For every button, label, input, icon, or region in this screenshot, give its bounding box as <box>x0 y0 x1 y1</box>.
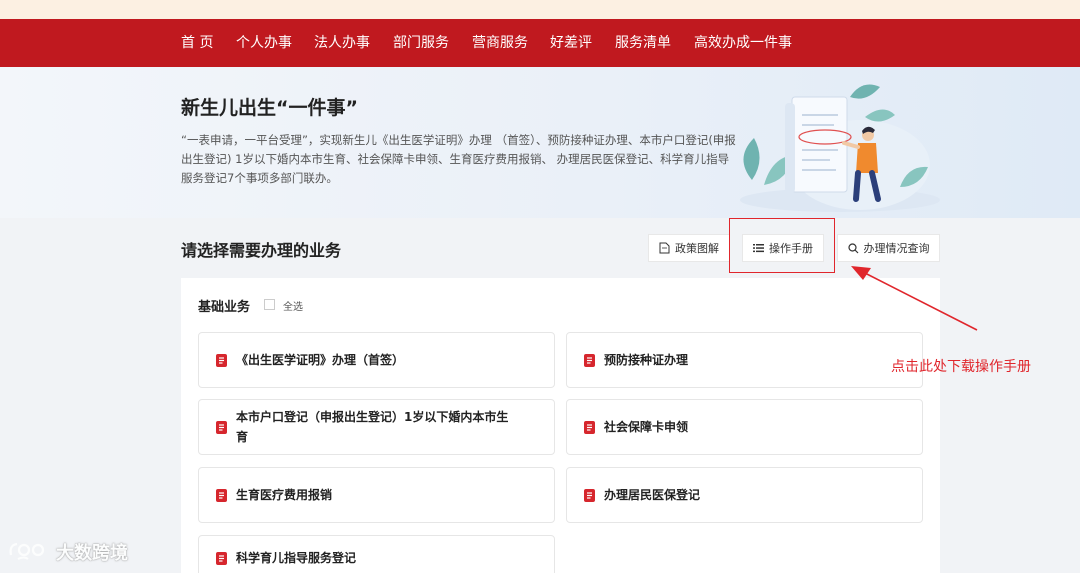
nav-home[interactable]: 首 页 <box>181 19 213 67</box>
document-icon <box>659 242 670 254</box>
annotation-arrow-icon <box>851 266 978 331</box>
status-query-button[interactable]: 办理情况查询 <box>837 234 940 262</box>
service-card[interactable]: 科学育儿指导服务登记 <box>198 535 555 573</box>
service-card[interactable]: 《出生医学证明》办理（首签） <box>198 332 555 388</box>
document-icon <box>216 353 227 367</box>
service-card[interactable]: 社会保障卡申领 <box>566 399 923 455</box>
document-icon <box>584 353 595 367</box>
nav-rating[interactable]: 好差评 <box>550 19 592 67</box>
service-card[interactable]: 生育医疗费用报销 <box>198 467 555 523</box>
watermark: 大数跨境 <box>8 539 128 565</box>
hero-description: “一表申请，一平台受理”，实现新生儿《出生医学证明》办理 （首签）、预防接种证办… <box>181 133 736 185</box>
service-card-label: 《出生医学证明》办理（首签） <box>236 353 405 367</box>
nav-department[interactable]: 部门服务 <box>393 19 449 67</box>
main-nav: 首 页 个人办事 法人办事 部门服务 营商服务 好差评 服务清单 高效办成一件事 <box>0 19 1080 67</box>
section-title: 请选择需要办理的业务 <box>181 241 342 260</box>
service-card-label: 办理居民医保登记 <box>604 488 701 502</box>
nav-legal-entity[interactable]: 法人办事 <box>314 19 370 67</box>
service-card-label: 预防接种证办理 <box>604 353 689 367</box>
select-all-checkbox[interactable] <box>264 299 275 310</box>
nav-business[interactable]: 营商服务 <box>472 19 528 67</box>
service-card[interactable]: 办理居民医保登记 <box>566 467 923 523</box>
document-icon <box>216 420 227 434</box>
person-with-document-illustration <box>740 84 940 212</box>
search-icon <box>847 242 858 253</box>
watermark-logo-icon <box>9 542 45 560</box>
policy-guide-label: 政策图解 <box>675 242 719 255</box>
status-query-label: 办理情况查询 <box>863 242 930 255</box>
nav-one-thing[interactable]: 高效办成一件事 <box>694 19 792 67</box>
top-strip <box>0 0 1080 19</box>
policy-guide-button[interactable]: 政策图解 <box>648 234 730 262</box>
service-card-label: 生育医疗费用报销 <box>236 488 333 502</box>
select-all-label: 全选 <box>283 302 303 313</box>
service-card[interactable]: 本市户口登记（申报出生登记）1岁以下婚内本市生育 <box>198 399 555 455</box>
document-icon <box>584 420 595 434</box>
service-card-label: 社会保障卡申领 <box>604 420 689 434</box>
document-icon <box>216 488 227 502</box>
annotation-text: 点击此处下载操作手册 <box>891 359 1031 375</box>
service-card[interactable]: 预防接种证办理 <box>566 332 923 388</box>
group-title: 基础业务 <box>198 300 251 315</box>
service-card-label: 本市户口登记（申报出生登记）1岁以下婚内本市生育 <box>236 410 509 444</box>
manual-highlight-box <box>729 218 835 273</box>
nav-service-list[interactable]: 服务清单 <box>615 19 671 67</box>
hero-banner: 新生儿出生“一件事” “一表申请，一平台受理”，实现新生儿《出生医学证明》办理 … <box>0 67 1080 218</box>
document-icon <box>216 551 227 565</box>
watermark-text: 大数跨境 <box>56 543 128 564</box>
hero-title: 新生儿出生“一件事” <box>181 97 358 119</box>
document-icon <box>584 488 595 502</box>
service-card-label: 科学育儿指导服务登记 <box>236 551 357 565</box>
nav-personal[interactable]: 个人办事 <box>236 19 292 67</box>
